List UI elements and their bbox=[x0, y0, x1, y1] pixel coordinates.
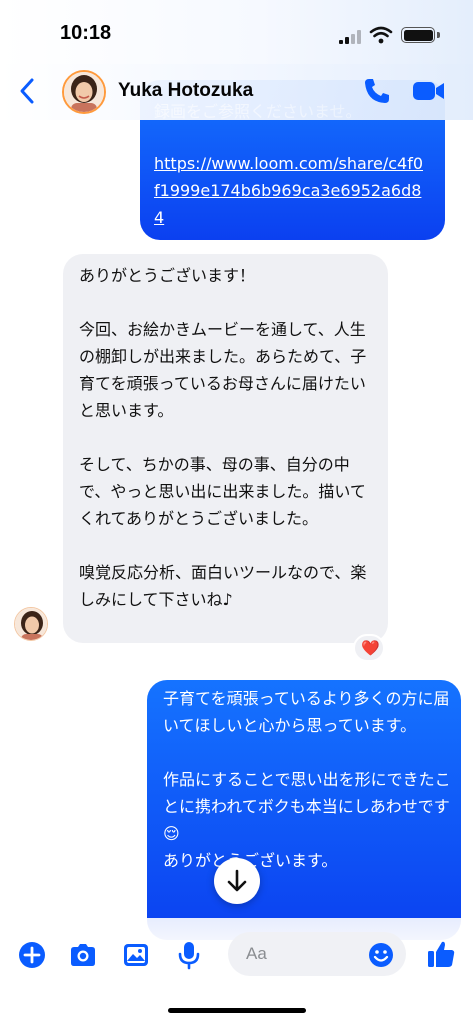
camera-icon[interactable] bbox=[68, 940, 98, 970]
received-message: ありがとうございます！ 今回、お絵かきムービーを通して、人生の棚卸しが出来ました… bbox=[63, 254, 388, 643]
image-icon[interactable] bbox=[121, 940, 151, 970]
battery-icon bbox=[401, 27, 435, 43]
arrow-down-icon bbox=[227, 869, 247, 892]
scroll-to-bottom-button[interactable] bbox=[214, 858, 260, 904]
contact-name[interactable]: Yuka Hotozuka bbox=[118, 80, 253, 102]
wifi-icon bbox=[369, 26, 393, 44]
contact-avatar-small[interactable] bbox=[14, 607, 48, 641]
heart-reaction[interactable]: ❤️ bbox=[353, 634, 385, 662]
microphone-icon[interactable] bbox=[174, 940, 204, 970]
emoji-icon[interactable] bbox=[368, 942, 394, 968]
chat-header: Yuka Hotozuka bbox=[0, 64, 473, 120]
video-camera-icon[interactable] bbox=[412, 78, 446, 104]
battery-nub bbox=[437, 32, 440, 38]
back-chevron-icon[interactable] bbox=[14, 76, 42, 106]
status-time: 10:18 bbox=[60, 22, 112, 44]
thumbs-up-icon[interactable] bbox=[425, 938, 457, 970]
sent-message: 子育てを頑張っているより多くの方に届いてほしいと心から思っています。 作品にする… bbox=[147, 680, 461, 940]
plus-icon[interactable] bbox=[17, 940, 47, 970]
loom-link[interactable]: https://www.loom.com/share/c4f0f1999e174… bbox=[154, 150, 424, 231]
status-bar: 10:18 bbox=[0, 0, 473, 64]
cellular-signal-icon bbox=[339, 30, 361, 44]
home-indicator bbox=[168, 1008, 306, 1013]
phone-icon[interactable] bbox=[362, 76, 392, 106]
contact-avatar[interactable] bbox=[62, 70, 106, 114]
heart-reaction-emoji: ❤️ bbox=[361, 639, 380, 657]
